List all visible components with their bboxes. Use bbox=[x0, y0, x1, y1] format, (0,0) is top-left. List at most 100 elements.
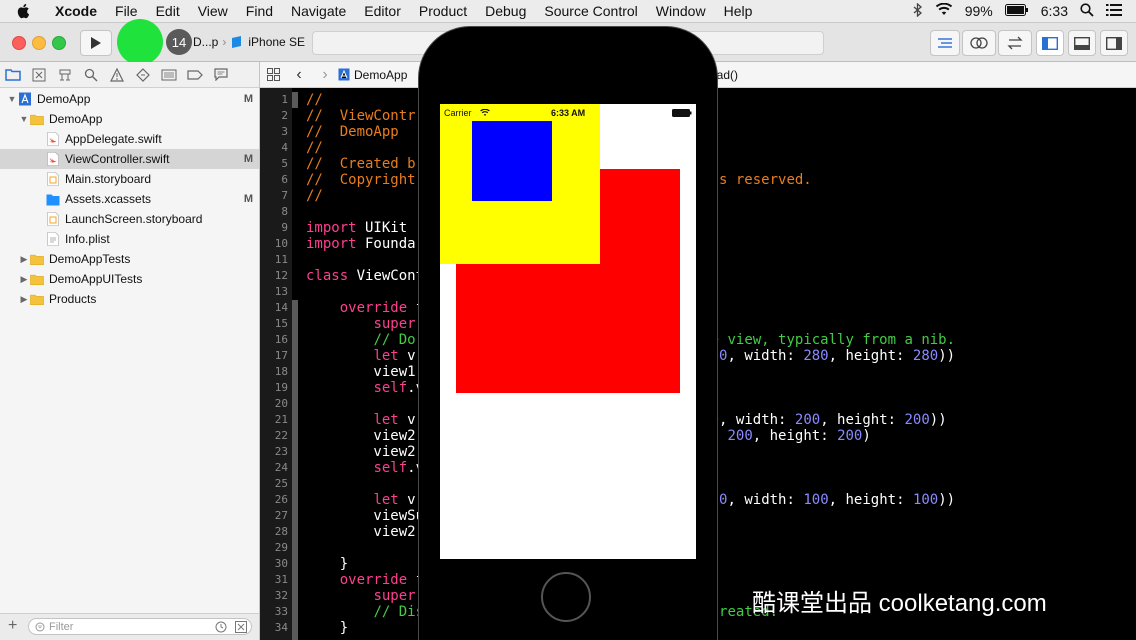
disclosure-collapsed-icon[interactable]: ▶ bbox=[18, 294, 30, 305]
add-icon[interactable]: + bbox=[8, 617, 17, 635]
battery-icon[interactable] bbox=[1004, 3, 1029, 19]
file-tree-row[interactable]: ▼ DemoApp M bbox=[0, 89, 259, 109]
disclosure-collapsed-icon[interactable]: ▶ bbox=[18, 274, 30, 285]
file-tree-row[interactable]: Info.plist bbox=[0, 229, 259, 249]
file-tree-row[interactable]: ▶ DemoAppTests bbox=[0, 249, 259, 269]
file-tree-row[interactable]: Main.storyboard bbox=[0, 169, 259, 189]
wifi-icon[interactable] bbox=[935, 2, 953, 19]
tab-project[interactable] bbox=[0, 68, 26, 81]
simulator-screen[interactable]: Carrier 6:33 AM bbox=[440, 104, 696, 559]
version-editor-icon bbox=[1007, 36, 1023, 50]
code-line[interactable]: view1. bbox=[306, 364, 424, 380]
code-line[interactable]: view2. bbox=[306, 444, 424, 460]
code-line[interactable]: super. bbox=[306, 588, 424, 604]
tab-tests[interactable] bbox=[130, 67, 156, 82]
filter-input[interactable]: Filter bbox=[28, 618, 252, 635]
code-line[interactable]: // bbox=[306, 92, 323, 108]
bluetooth-icon[interactable] bbox=[913, 2, 923, 20]
disclosure-collapsed-icon[interactable]: ▶ bbox=[18, 254, 30, 265]
file-tree-row[interactable]: ViewController.swift M bbox=[0, 149, 259, 169]
related-items-icon[interactable] bbox=[260, 68, 286, 81]
menu-editor[interactable]: Editor bbox=[355, 3, 410, 19]
code-line[interactable]: super. bbox=[306, 316, 424, 332]
menu-product[interactable]: Product bbox=[410, 3, 476, 19]
menu-help[interactable]: Help bbox=[715, 3, 762, 19]
scheme-selector[interactable]: D...p › iPhone SE bbox=[193, 31, 305, 53]
line-number: 4 bbox=[281, 141, 288, 154]
zoom-window-button[interactable] bbox=[52, 36, 66, 50]
home-button[interactable] bbox=[541, 572, 591, 622]
spotlight-icon[interactable] bbox=[1080, 2, 1094, 20]
line-number: 11 bbox=[274, 253, 288, 266]
code-token: self bbox=[373, 380, 408, 396]
tab-symbols[interactable] bbox=[52, 68, 78, 82]
file-tree-row[interactable]: ▶ DemoAppUITests bbox=[0, 269, 259, 289]
tab-find[interactable] bbox=[78, 68, 104, 82]
code-token: the view, typically from a nib. bbox=[693, 332, 956, 348]
code-line[interactable]: override f bbox=[306, 300, 424, 316]
disclosure-expanded-icon[interactable]: ▼ bbox=[6, 94, 18, 104]
code-line[interactable]: override f bbox=[306, 572, 424, 588]
recent-files-icon[interactable] bbox=[215, 621, 227, 633]
code-line[interactable]: // bbox=[306, 140, 323, 156]
line-number: 31 bbox=[274, 573, 288, 586]
run-button[interactable] bbox=[80, 30, 112, 56]
code-line[interactable]: class ViewCont bbox=[306, 268, 424, 284]
standard-editor-button[interactable] bbox=[930, 30, 960, 56]
menu-source-control[interactable]: Source Control bbox=[535, 3, 646, 19]
tab-source-control[interactable] bbox=[26, 68, 52, 82]
file-tree-row[interactable]: ▼ DemoApp bbox=[0, 109, 259, 129]
disclosure-expanded-icon[interactable]: ▼ bbox=[18, 114, 30, 124]
menubar-clock[interactable]: 6:33 bbox=[1041, 3, 1068, 19]
menu-find[interactable]: Find bbox=[237, 3, 282, 19]
code-line[interactable]: // ViewContr bbox=[306, 108, 416, 124]
menu-app-name[interactable]: Xcode bbox=[46, 3, 106, 19]
code-line[interactable]: import UIKit bbox=[306, 220, 407, 236]
code-line[interactable]: // bbox=[306, 188, 323, 204]
menu-debug[interactable]: Debug bbox=[476, 3, 535, 19]
menu-window[interactable]: Window bbox=[647, 3, 715, 19]
file-tree-row[interactable]: ▶ Products bbox=[0, 289, 259, 309]
close-window-button[interactable] bbox=[12, 36, 26, 50]
file-tree-row[interactable]: AppDelegate.swift bbox=[0, 129, 259, 149]
jump-bar-project[interactable]: DemoApp bbox=[354, 68, 407, 82]
code-token: override bbox=[339, 572, 408, 588]
code-line[interactable]: } bbox=[306, 620, 348, 636]
code-line[interactable]: // DemoApp bbox=[306, 124, 399, 140]
tab-debug[interactable] bbox=[156, 69, 182, 81]
tab-reports[interactable] bbox=[208, 68, 234, 81]
toggle-utilities-button[interactable] bbox=[1100, 30, 1128, 56]
code-token: // Do bbox=[373, 332, 416, 348]
modified-files-icon[interactable] bbox=[235, 621, 247, 633]
toggle-debug-area-button[interactable] bbox=[1068, 30, 1096, 56]
file-tree-label: Assets.xcassets bbox=[65, 192, 152, 206]
swift-file-icon bbox=[46, 132, 60, 146]
file-tree-row[interactable]: Assets.xcassets M bbox=[0, 189, 259, 209]
assistant-editor-button[interactable] bbox=[962, 30, 996, 56]
code-line[interactable]: } bbox=[306, 556, 348, 572]
code-line[interactable]: viewSu bbox=[306, 508, 424, 524]
forward-arrow-icon[interactable]: › bbox=[312, 66, 338, 84]
notification-center-icon[interactable] bbox=[1106, 3, 1122, 19]
menu-edit[interactable]: Edit bbox=[147, 3, 189, 19]
code-line[interactable]: view2. bbox=[306, 524, 424, 540]
menu-view[interactable]: View bbox=[189, 3, 237, 19]
line-number: 28 bbox=[274, 525, 288, 538]
back-arrow-icon[interactable]: ‹ bbox=[286, 66, 312, 84]
menu-navigate[interactable]: Navigate bbox=[282, 3, 355, 19]
file-tree-row[interactable]: LaunchScreen.storyboard bbox=[0, 209, 259, 229]
menu-file[interactable]: File bbox=[106, 3, 147, 19]
toggle-navigator-button[interactable] bbox=[1036, 30, 1064, 56]
tab-breakpoints[interactable] bbox=[182, 69, 208, 80]
apple-icon[interactable] bbox=[0, 3, 46, 19]
code-line[interactable]: self.v bbox=[306, 380, 424, 396]
line-number: 2 bbox=[281, 109, 288, 122]
file-tree-label: DemoApp bbox=[49, 112, 103, 126]
code-line[interactable]: self.v bbox=[306, 460, 424, 476]
tab-issues[interactable] bbox=[104, 67, 130, 82]
code-line[interactable]: // Created b bbox=[306, 156, 416, 172]
version-editor-button[interactable] bbox=[998, 30, 1032, 56]
code-line[interactable]: import Founda bbox=[306, 236, 416, 252]
minimize-window-button[interactable] bbox=[32, 36, 46, 50]
